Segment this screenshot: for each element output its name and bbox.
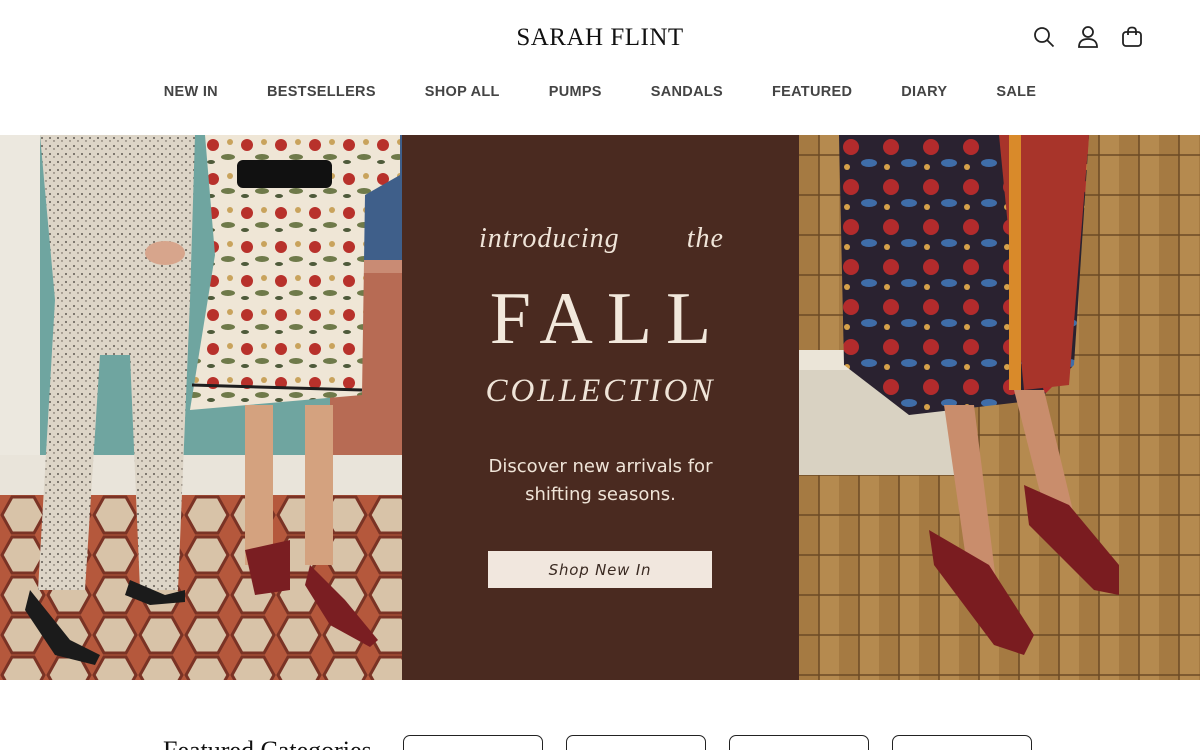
hero-banner[interactable]: introducing the FALL COLLECTION Discover… — [0, 135, 1200, 680]
hero-text-panel: introducing the FALL COLLECTION Discover… — [402, 135, 799, 680]
shop-new-in-button[interactable]: Shop New In — [488, 551, 712, 588]
hero-description: Discover new arrivals for shifting seaso… — [488, 456, 713, 505]
nav-pumps[interactable]: PUMPS — [524, 84, 626, 100]
hero-photo-right — [799, 135, 1200, 680]
hero-intro-word-1: introducing — [479, 223, 620, 254]
nav-shop-all[interactable]: SHOP ALL — [400, 84, 524, 100]
search-icon[interactable] — [1032, 24, 1056, 50]
category-card-3[interactable] — [729, 735, 869, 750]
nav-sandals[interactable]: SANDALS — [626, 84, 747, 100]
hero-headline: FALL — [489, 278, 726, 360]
hero-intro-word-2: the — [686, 223, 724, 254]
brand-logo[interactable]: SARAH FLINT — [0, 24, 1200, 52]
category-card-1[interactable] — [403, 735, 543, 750]
category-card-4[interactable] — [892, 735, 1032, 750]
category-card-2[interactable] — [566, 735, 706, 750]
site-header: SARAH FLINT NEW IN BESTSELLERS SHOP ALL … — [0, 0, 1200, 135]
main-nav: NEW IN BESTSELLERS SHOP ALL PUMPS SANDAL… — [0, 84, 1200, 100]
featured-categories-title: Featured Categories — [163, 736, 372, 750]
hero-subheadline: COLLECTION — [485, 373, 716, 409]
header-icons — [1032, 24, 1144, 50]
account-icon[interactable] — [1076, 24, 1100, 50]
nav-new-in[interactable]: NEW IN — [139, 84, 242, 100]
hero-photo-left — [0, 135, 402, 680]
nav-featured[interactable]: FEATURED — [747, 84, 876, 100]
nav-diary[interactable]: DIARY — [877, 84, 972, 100]
nav-sale[interactable]: SALE — [972, 84, 1061, 100]
cart-icon[interactable] — [1120, 24, 1144, 50]
nav-bestsellers[interactable]: BESTSELLERS — [242, 84, 400, 100]
